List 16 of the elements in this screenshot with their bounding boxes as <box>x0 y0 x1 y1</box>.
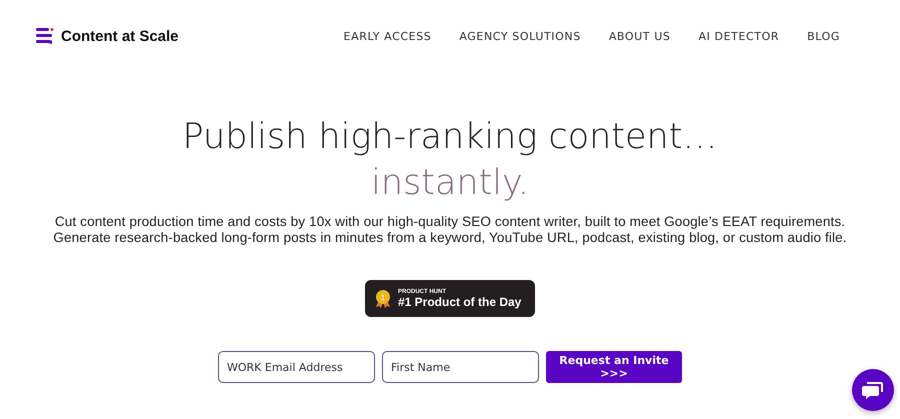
invite-button[interactable]: Request an Invite >>> <box>546 351 682 383</box>
chat-icon <box>862 380 884 400</box>
headline: Publish high-ranking content… <box>182 116 718 159</box>
brand-name: Content at Scale <box>61 28 179 44</box>
badge-title: #1 Product of the Day <box>398 294 522 308</box>
logo-icon <box>36 27 55 45</box>
nav-link[interactable]: BLOG <box>807 30 840 42</box>
nav-link[interactable]: AI DETECTOR <box>698 30 780 42</box>
headline-accent: instantly. <box>371 162 529 205</box>
nav-link[interactable]: AGENCY SOLUTIONS <box>459 30 581 42</box>
name-field[interactable]: First Name <box>382 351 539 383</box>
description: Cut content production time and costs by 10x with our high-quality SEO content writer, built to meet Google’s EEAT requirements. Generate research-backed long-form posts in minutes from a keyword, YouTube URL, podcast, existing blog, or custom audio file. <box>52 214 848 246</box>
nav-link[interactable]: EARLY ACCESS <box>344 30 432 42</box>
nav-link[interactable]: ABOUT US <box>608 30 670 42</box>
chat-button[interactable] <box>852 369 894 411</box>
email-field[interactable]: WORK Email Address <box>218 351 375 383</box>
